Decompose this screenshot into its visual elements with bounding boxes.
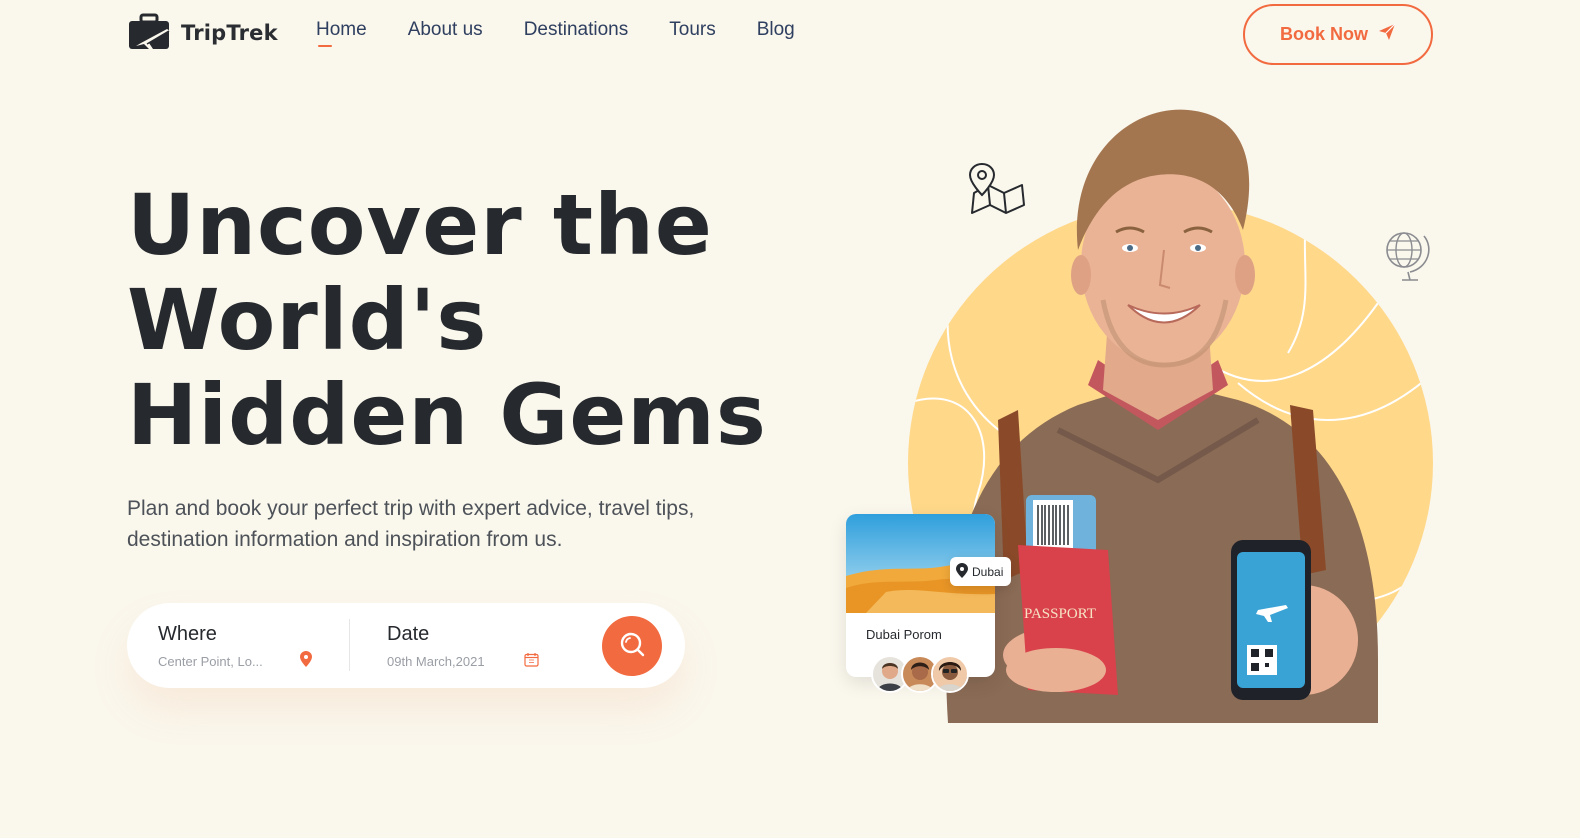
book-now-button[interactable]: Book Now	[1243, 4, 1433, 65]
suitcase-plane-icon	[127, 13, 173, 53]
avatar	[931, 655, 969, 693]
where-field[interactable]: Where Center Point, Lo...	[158, 623, 263, 669]
map-icon	[966, 162, 1028, 226]
where-value[interactable]: Center Point, Lo...	[158, 654, 263, 669]
main-nav: Home About us Destinations Tours Blog	[316, 19, 795, 47]
location-pin-icon	[956, 562, 968, 581]
where-label: Where	[158, 623, 217, 645]
hero-title-line-1: Uncover the	[127, 176, 713, 274]
search-bar: Where Center Point, Lo... Date 09th Marc…	[127, 603, 685, 688]
location-pin-icon	[300, 651, 312, 672]
globe-icon	[1380, 228, 1432, 287]
traveler-avatars	[871, 655, 969, 693]
hero-title-line-2: World's	[127, 271, 488, 369]
hero-title-line-3: Hidden Gems	[127, 366, 767, 464]
search-divider	[349, 619, 350, 671]
book-now-label: Book Now	[1280, 24, 1368, 44]
nav-destinations[interactable]: Destinations	[524, 19, 629, 41]
destination-tag-label: Dubai	[972, 564, 1004, 579]
nav-tours[interactable]: Tours	[669, 19, 715, 41]
logo[interactable]: TripTrek	[127, 13, 278, 53]
calendar-icon	[524, 652, 539, 672]
date-label: Date	[387, 623, 430, 645]
destination-tag: Dubai	[950, 557, 1012, 586]
nav-blog[interactable]: Blog	[757, 19, 795, 41]
brand-name: TripTrek	[181, 21, 278, 45]
date-value[interactable]: 09th March,2021	[387, 654, 485, 669]
search-button[interactable]	[602, 616, 662, 676]
hero-title: Uncover the World's Hidden Gems	[127, 178, 827, 463]
date-field[interactable]: Date 09th March,2021	[387, 623, 485, 669]
destination-card[interactable]: Dubai Porom	[846, 514, 995, 677]
nav-home[interactable]: Home	[316, 19, 367, 47]
destination-name: Dubai Porom	[866, 627, 942, 642]
nav-about-us[interactable]: About us	[408, 19, 483, 41]
hero-subtitle: Plan and book your perfect trip with exp…	[127, 497, 695, 551]
paper-plane-icon	[1378, 23, 1396, 46]
passport-text: PASSPORT	[1024, 606, 1096, 622]
search-icon	[618, 630, 646, 663]
